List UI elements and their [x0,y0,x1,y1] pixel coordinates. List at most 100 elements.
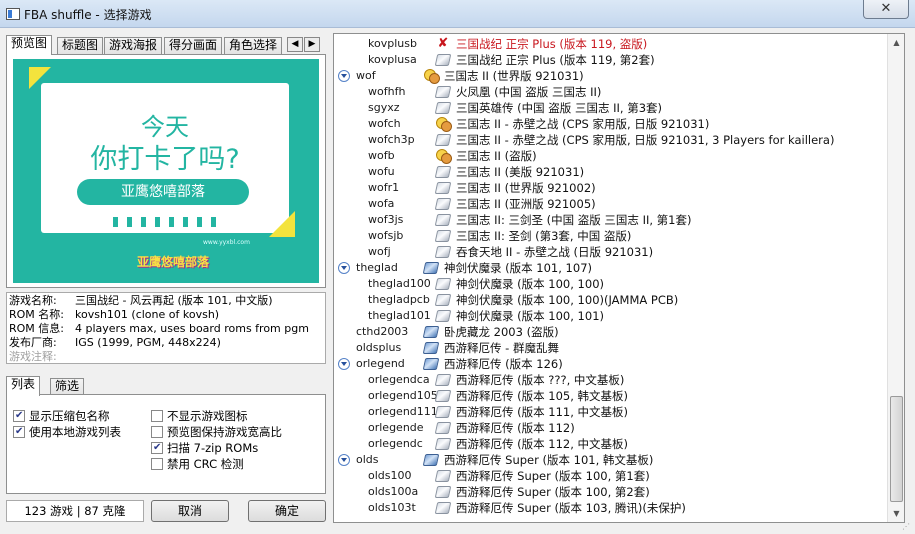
tree-row-orlegend111c[interactable]: orlegend111c 西游释厄传 (版本 111, 中文基板) [334,404,890,420]
close-button[interactable]: ✕ [863,0,909,19]
info-label: 游戏名称: [9,294,57,307]
rom-name: wofr1 [368,181,400,194]
rom-name: thegladpcb [368,293,430,306]
rom-name: olds [356,453,379,466]
app-icon [6,8,20,20]
tree-row-wofch[interactable]: wofch 三国志 II - 赤壁之战 (CPS 家用版, 日版 921031) [334,116,890,132]
tree-row-orlegendc[interactable]: orlegendc 西游释厄传 (版本 112, 中文基板) [334,436,890,452]
tree-row-olds100[interactable]: olds100 西游释厄传 Super (版本 100, 第1套) [334,468,890,484]
tree-row-thegladpcb[interactable]: thegladpcb 神剑伏魔录 (版本 100, 100)(JAMMA PCB) [334,292,890,308]
rom-name: wofb [368,149,395,162]
tree-row-oldsplus[interactable]: oldsplus 西游释厄传 - 群魔乱舞 [334,340,890,356]
tree-row-wofhfh[interactable]: wofhfh 火凤凰 (中国 盗版 三国志 II) [334,84,890,100]
rom-name: theglad101 [368,309,431,322]
game-title: 火凤凰 (中国 盗版 三国志 II) [456,85,602,99]
tree-row-olds100a[interactable]: olds100a 西游释厄传 Super (版本 100, 第2套) [334,484,890,500]
tree-row-cthd2003[interactable]: cthd2003 卧虎藏龙 2003 (盗版) [334,324,890,340]
tree-row-orlegend[interactable]: orlegend 西游释厄传 (版本 126) [334,356,890,372]
rom-name: wofch [368,117,401,130]
rom-name: wof3js [368,213,404,226]
tree-row-wofch3p[interactable]: wofch3p 三国志 II - 赤壁之战 (CPS 家用版, 日版 921031… [334,132,890,148]
tree-row-orlegendca[interactable]: orlegendca 西游释厄传 (版本 ???, 中文基板) [334,372,890,388]
rom-name: wofu [368,165,395,178]
tab-poster[interactable]: 游戏海报 [104,37,163,54]
tab-character-select[interactable]: 角色选择 [224,37,283,54]
game-title: 卧虎藏龙 2003 (盗版) [444,325,559,339]
rom-name: sgyxz [368,101,400,114]
checkbox[interactable] [151,426,163,438]
tree-row-theglad101[interactable]: theglad101 神剑伏魔录 (版本 100, 101) [334,308,890,324]
game-title: 神剑伏魔录 (版本 100, 100)(JAMMA PCB) [456,293,679,307]
game-title: 吞食天地 II - 赤壁之战 (日版 921031) [456,245,654,259]
tree-row-wofa[interactable]: wofa 三国志 II (亚洲版 921005) [334,196,890,212]
game-title: 神剑伏魔录 (版本 101, 107) [444,261,592,275]
rom-disc-icon [434,438,452,450]
rom-disc-icon [434,422,452,434]
rom-name: orlegendc [368,437,423,450]
expand-toggle-icon[interactable] [338,70,350,82]
preview-card: 今天 你打卡了吗? 亚鹰悠嘻部落 [41,83,289,233]
info-value: 三国战纪 - 风云再起 (版本 101, 中文版) [75,294,273,307]
rom-disc-icon [422,326,440,338]
rom-name: kovplusb [368,37,417,50]
tree-row-wofu[interactable]: wofu 三国志 II (美版 921031) [334,164,890,180]
error-cross-icon: ✘ [437,36,449,51]
ok-button[interactable]: 确定 [248,500,326,522]
tab-scroll-right-icon[interactable]: ▶ [304,37,320,52]
tab-filter[interactable]: 筛选 [50,378,85,395]
expand-toggle-icon[interactable] [338,262,350,274]
tree-scrollbar[interactable]: ▲ ▼ [887,34,904,522]
rom-disc-icon [434,86,452,98]
expand-toggle-icon[interactable] [338,454,350,466]
checkbox[interactable] [13,425,25,439]
tree-row-theglad[interactable]: theglad 神剑伏魔录 (版本 101, 107) [334,260,890,276]
scroll-thumb[interactable] [890,396,903,502]
rom-name: kovplusa [368,53,417,66]
game-title: 西游释厄传 (版本 126) [444,357,563,371]
tree-row-wof[interactable]: wof 三国志 II (世界版 921031) [334,68,890,84]
checkbox[interactable] [151,410,163,422]
tree-row-wof3js[interactable]: wof3js 三国志 II: 三剑圣 (中国 盗版 三国志 II, 第1套) [334,212,890,228]
checkbox[interactable] [13,409,25,423]
tree-row-kovplusb[interactable]: kovplusb ✘ 三国战纪 正宗 Plus (版本 119, 盗版) [334,36,890,52]
tree-row-orlegende[interactable]: orlegende 西游释厄传 (版本 112) [334,420,890,436]
tree-row-wofb[interactable]: wofb 三国志 II (盗版) [334,148,890,164]
rom-disc-icon [434,406,452,418]
preview-logo: 亚鹰悠嘻部落 [137,255,210,269]
rom-name: oldsplus [356,341,402,354]
tab-scroll-left-icon[interactable]: ◀ [287,37,303,52]
scroll-down-icon[interactable]: ▼ [888,505,905,522]
info-value: IGS (1999, PGM, 448x224) [75,336,221,349]
info-value: 4 players max, uses board roms from pgm [75,322,309,335]
tree-row-wofj[interactable]: wofj 吞食天地 II - 赤壁之战 (日版 921031) [334,244,890,260]
tab-title[interactable]: 标题图 [57,37,104,54]
tab-preview[interactable]: 预览图 [6,35,53,55]
window-title: FBA shuffle - 选择游戏 [24,8,152,22]
tree-row-kovplusa[interactable]: kovplusa 三国战纪 正宗 Plus (版本 119, 第2套) [334,52,890,68]
game-title: 西游释厄传 Super (版本 100, 第2套) [456,485,650,499]
tree-row-wofsjb[interactable]: wofsjb 三国志 II: 圣剑 (第3套, 中国 盗版) [334,228,890,244]
tab-list[interactable]: 列表 [6,376,41,396]
rom-disc-icon [434,54,452,66]
tree-row-wofr1[interactable]: wofr1 三国志 II (世界版 921002) [334,180,890,196]
tree-row-sgyxz[interactable]: sgyxz 三国英雄传 (中国 盗版 三国志 II, 第3套) [334,100,890,116]
expand-toggle-icon[interactable] [338,358,350,370]
tab-score[interactable]: 得分画面 [164,37,223,54]
game-title: 西游释厄传 (版本 112) [456,421,575,435]
tree-row-theglad100[interactable]: theglad100 神剑伏魔录 (版本 100, 100) [334,276,890,292]
game-tree[interactable]: kovplusb ✘ 三国战纪 正宗 Plus (版本 119, 盗版) kovplu… [333,33,905,523]
scroll-up-icon[interactable]: ▲ [888,34,905,51]
tree-row-olds[interactable]: olds 西游释厄传 Super (版本 101, 韩文基板) [334,452,890,468]
game-title: 三国志 II: 圣剑 (第3套, 中国 盗版) [456,229,632,243]
preview-url: www.yyxbl.com [203,239,250,246]
resize-grip-icon[interactable]: ⋰ [902,522,914,534]
checkbox[interactable] [151,458,163,470]
tree-row-orlegend105k[interactable]: orlegend105k 西游释厄传 (版本 105, 韩文基板) [334,388,890,404]
emoticon-icon [436,117,452,132]
rom-disc-icon [422,454,440,466]
checkbox[interactable] [151,441,163,455]
cancel-button[interactable]: 取消 [151,500,229,522]
rom-name: wofsjb [368,229,404,242]
rom-name: orlegend [356,357,405,370]
tree-row-olds103t[interactable]: olds103t 西游释厄传 Super (版本 103, 腾讯)(未保护) [334,500,890,516]
